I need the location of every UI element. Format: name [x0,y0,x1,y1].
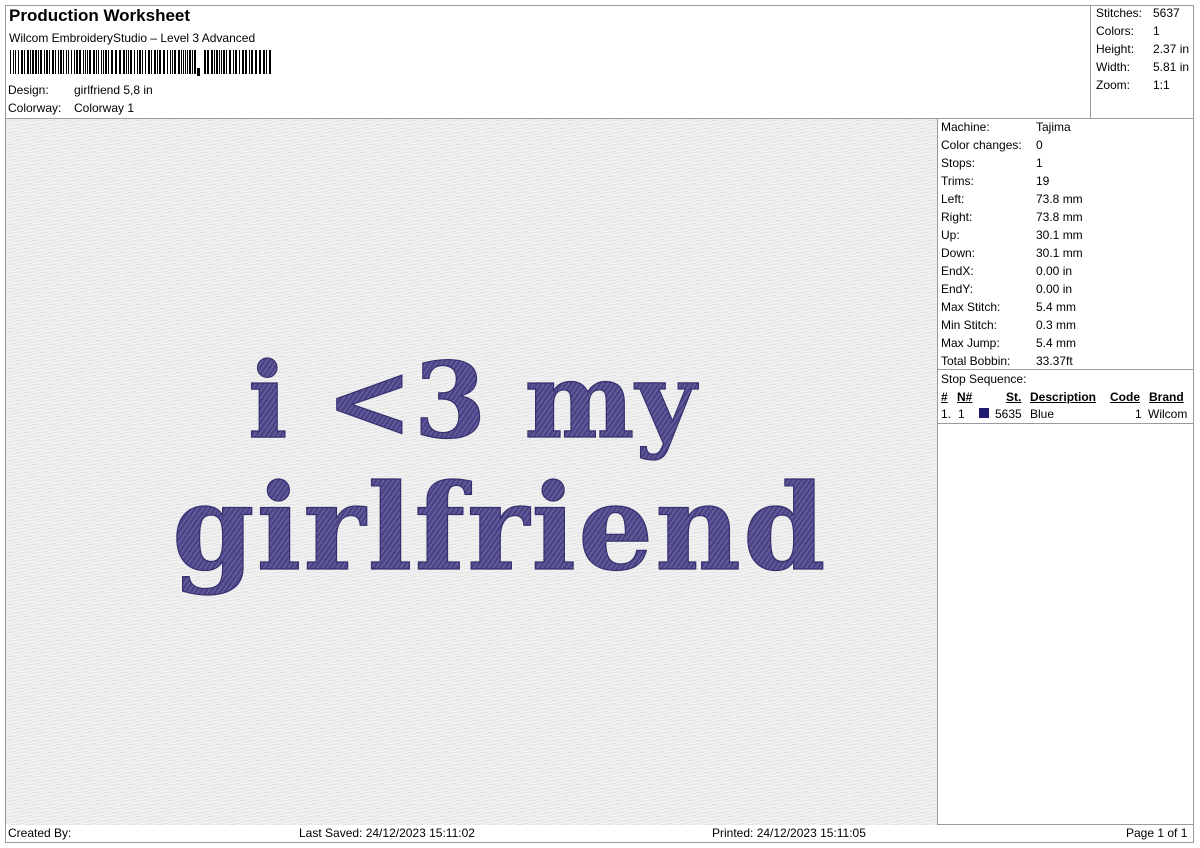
summary-label: Height: [1096,42,1135,56]
summary-label: Colors: [1096,24,1135,38]
machine-info-label: Color changes: [941,138,1022,152]
summary-divider [1090,5,1091,118]
design-row: Design: girlfriend 5,8 in [8,83,153,97]
summary-value: 1 [1153,24,1160,38]
col-n-header: N# [957,390,973,404]
machine-info-label: Up: [941,228,960,242]
machine-info-label: Stops: [941,156,976,170]
info-divider [937,118,938,824]
machine-info-value: 33.37ft [1036,354,1073,368]
stop-row-brand: Wilcom [1148,407,1188,421]
machine-info-label: Max Stitch: [941,300,1001,314]
machine-info-value: 1 [1036,156,1043,170]
machine-info-value: 0.3 mm [1036,318,1077,332]
machine-info-label: Down: [941,246,976,260]
page-title: Production Worksheet [9,6,191,25]
col-code-header: Code [1110,390,1140,404]
machine-info-label: EndX: [941,264,974,278]
machine-info-label: Max Jump: [941,336,1000,350]
machine-info-label: Left: [941,192,965,206]
col-description-header: Description [1030,390,1097,404]
stopseq-divider [937,369,1194,370]
software-name: Wilcom EmbroideryStudio – Level 3 Advanc… [9,31,256,45]
summary-label: Stitches: [1096,6,1143,20]
summary-value: 5.81 in [1153,60,1190,74]
last-saved: Last Saved: 24/12/2023 15:11:02 [299,826,475,840]
machine-info-label: Machine: [941,120,990,134]
embroidery-text-line1: i <3 my [248,339,698,462]
colorway-label: Colorway: [8,101,62,115]
machine-info-label: Trims: [941,174,974,188]
machine-info-value: 73.8 mm [1036,210,1083,224]
machine-info-value: 19 [1036,174,1050,188]
stopseq-bottom-divider [937,423,1194,424]
machine-info-value: 30.1 mm [1036,246,1083,260]
machine-info-value: 5.4 mm [1036,300,1077,314]
stop-row-n: 1 [958,407,965,421]
machine-info-label: Min Stitch: [941,318,998,332]
machine-info-label: EndY: [941,282,974,296]
machine-info-value: 73.8 mm [1036,192,1083,206]
summary-label: Width: [1096,60,1131,74]
col-brand-header: Brand [1149,390,1184,404]
printed-date: Printed: 24/12/2023 15:11:05 [712,826,866,840]
machine-info-label: Total Bobbin: [941,354,1011,368]
stop-sequence-title: Stop Sequence: [941,372,1027,386]
summary-label: Zoom: [1096,78,1131,92]
machine-info-value: 0.00 in [1036,264,1073,278]
colorway-value: Colorway 1 [74,101,135,115]
thread-color-swatch [979,408,989,418]
stop-row-index: 1. [941,407,952,421]
col-stitches-header: St. [1006,390,1022,404]
machine-info-label: Right: [941,210,973,224]
machine-info-value: 0 [1036,138,1043,152]
design-label: Design: [8,83,49,97]
design-value: girlfriend 5,8 in [74,83,153,97]
stop-row-description: Blue [1030,407,1055,421]
col-index-header: # [941,390,948,404]
stop-row-code: 1 [1135,407,1142,421]
machine-info-value: 5.4 mm [1036,336,1077,350]
embroidery-design: i <3 my girlfriend [171,338,827,597]
stop-row-stitches: 5635 [995,407,1022,421]
summary-value: 1:1 [1153,78,1170,92]
machine-info-value: 30.1 mm [1036,228,1083,242]
summary-value: 5637 [1153,6,1180,20]
created-by: Created By: [8,826,72,840]
summary-value: 2.37 in [1153,42,1190,56]
colorway-row: Colorway: Colorway 1 [8,101,134,115]
barcode [10,50,271,76]
design-preview: i <3 my girlfriend [6,119,937,825]
machine-info-value: Tajima [1036,120,1071,134]
page-number: Page 1 of 1 [1126,826,1188,840]
embroidery-text-line2: girlfriend [172,458,827,597]
machine-info-value: 0.00 in [1036,282,1073,296]
